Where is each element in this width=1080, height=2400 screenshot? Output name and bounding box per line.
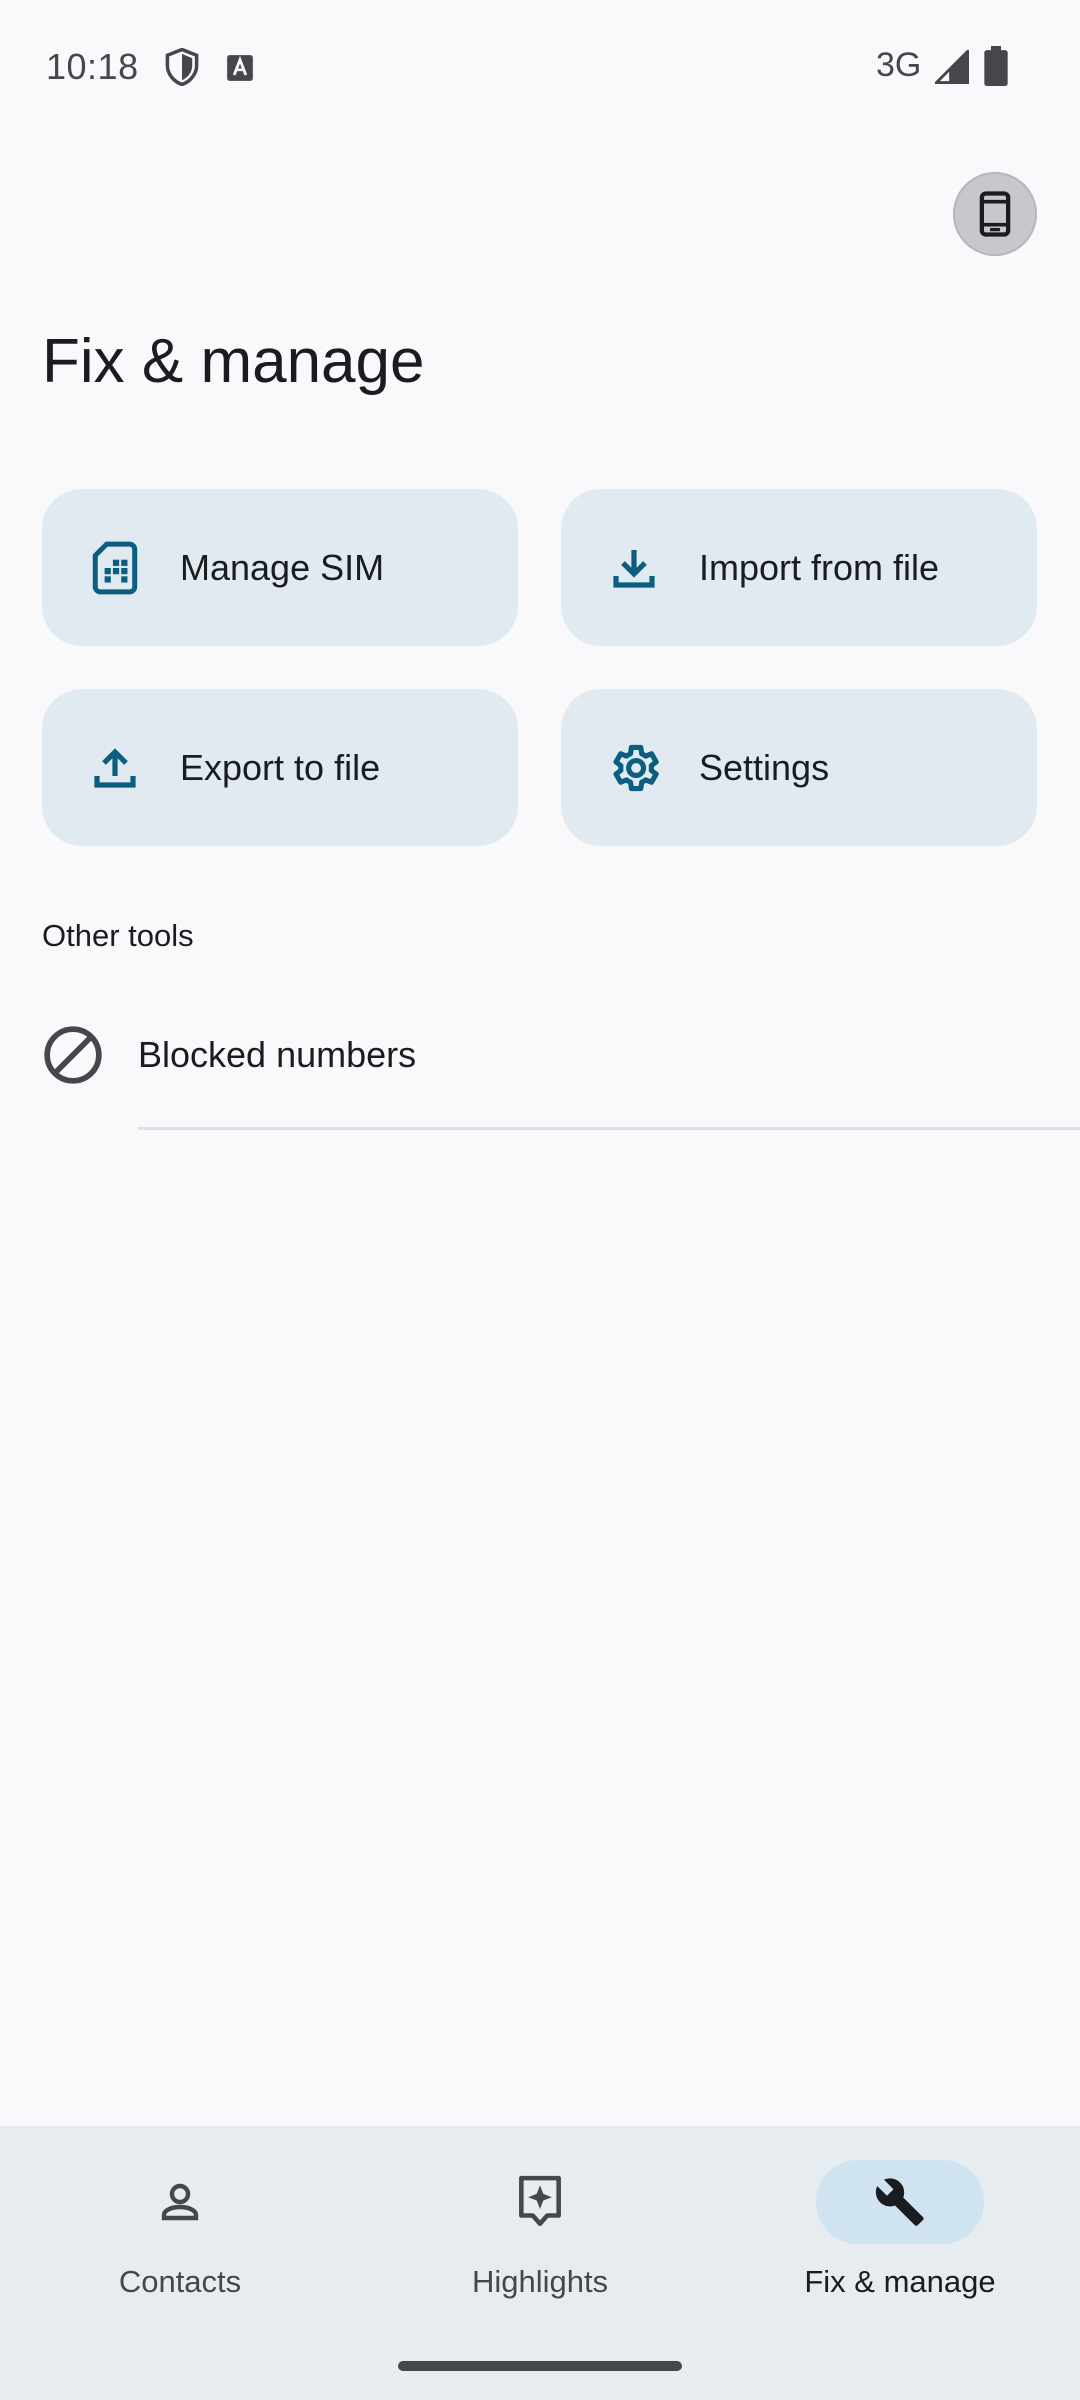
wrench-icon [875, 2178, 924, 2226]
import-from-file-button[interactable]: Import from file [561, 489, 1037, 646]
manage-sim-button[interactable]: Manage SIM [42, 489, 518, 646]
upload-icon [86, 739, 144, 797]
block-icon [44, 1026, 102, 1084]
nav-pill [456, 2160, 624, 2244]
status-bar: 10:18 3G [0, 0, 1080, 136]
sparkle-icon [519, 2175, 561, 2227]
battery-icon [984, 46, 1008, 86]
export-to-file-button[interactable]: Export to file [42, 689, 518, 846]
blocked-numbers-item[interactable]: Blocked numbers [0, 1000, 1080, 1108]
gesture-navigation-bar[interactable] [398, 2361, 682, 2371]
device-account-button[interactable] [953, 172, 1037, 256]
bottom-navigation: Contacts Highlights Fix & manage [0, 2126, 1080, 2400]
phone-device-icon [979, 191, 1011, 237]
nav-pill-active [816, 2160, 984, 2244]
nav-tab-fix-and-manage[interactable]: Fix & manage [720, 2126, 1080, 2326]
other-tools-heading: Other tools [42, 918, 194, 953]
card-label: Export to file [180, 746, 381, 788]
sim-card-icon [86, 539, 144, 597]
status-time: 10:18 [46, 46, 139, 87]
nav-label: Fix & manage [804, 2264, 996, 2299]
settings-button[interactable]: Settings [561, 689, 1037, 846]
keyboard-a-icon [227, 55, 253, 81]
gear-icon [605, 739, 663, 797]
nav-label: Highlights [471, 2264, 609, 2299]
card-label: Settings [699, 746, 830, 788]
download-icon [605, 539, 663, 597]
nav-label: Contacts [118, 2264, 242, 2299]
page-title: Fix & manage [42, 327, 425, 396]
nav-tab-highlights[interactable]: Highlights [360, 2126, 720, 2326]
card-label: Import from file [699, 546, 940, 588]
person-icon [161, 2183, 199, 2221]
nav-pill [96, 2160, 264, 2244]
signal-icon [935, 50, 969, 84]
card-label: Manage SIM [180, 546, 385, 588]
list-item-label: Blocked numbers [138, 1034, 417, 1075]
fix-and-manage-screen: 10:18 3G Fix & manage Manage SIM Import … [0, 0, 1080, 2400]
network-type: 3G [876, 46, 922, 84]
shield-icon [165, 48, 199, 86]
nav-tab-contacts[interactable]: Contacts [0, 2126, 360, 2326]
list-divider [138, 1127, 1080, 1130]
